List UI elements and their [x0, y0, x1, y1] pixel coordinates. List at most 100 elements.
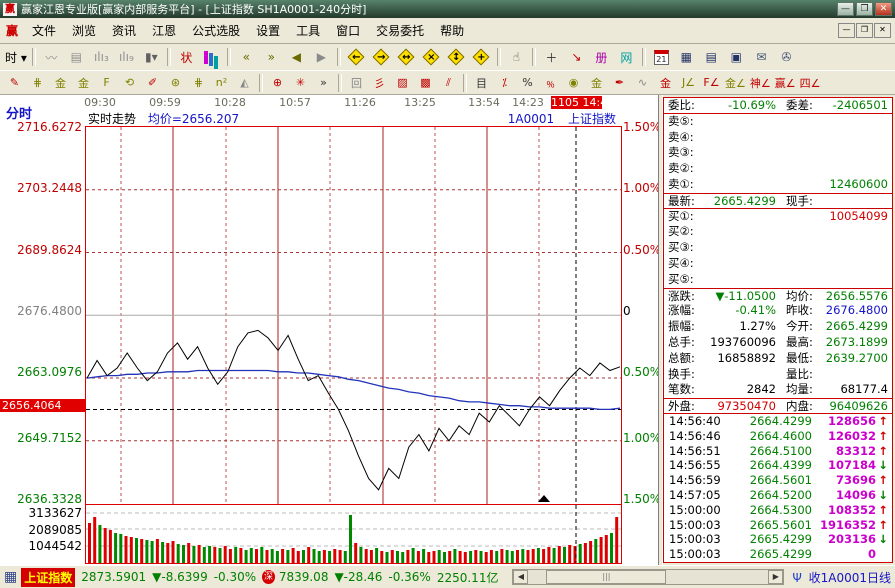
grid-icon[interactable]: ▦ — [4, 569, 17, 585]
pen2-icon[interactable]: ✒ — [609, 73, 630, 93]
expand-h-icon[interactable]: ↔ — [395, 46, 418, 68]
tick-volume: 73696 — [836, 473, 876, 488]
price-chart[interactable] — [85, 126, 622, 505]
last-page-icon[interactable]: » — [260, 46, 283, 68]
n2-icon[interactable]: n² — [211, 73, 232, 93]
tick-time: 14:56:46 — [669, 429, 721, 444]
mdi-minimize-button[interactable]: — — [838, 23, 855, 38]
tick-volume: 108352 — [828, 503, 876, 518]
pen-ruler-icon[interactable]: ✐ — [142, 73, 163, 93]
shen-angle-icon[interactable]: 神∠ — [749, 73, 772, 93]
scroll-thumb[interactable]: ||| — [546, 570, 666, 584]
menu-item-5[interactable]: 设置 — [248, 21, 288, 41]
maximize-button[interactable]: ❐ — [856, 2, 873, 16]
star-icon[interactable]: ✳ — [290, 73, 311, 93]
trend-icon[interactable]: 〰 — [40, 46, 63, 68]
expand-v-icon[interactable]: ↕ — [445, 46, 468, 68]
grid-window-icon[interactable]: 册 — [590, 46, 613, 68]
hand-icon[interactable]: ☝ — [505, 46, 528, 68]
horizontal-scrollbar[interactable]: ◀ ||| ▶ — [512, 569, 784, 585]
wave-icon[interactable]: ∿ — [632, 73, 653, 93]
tick-list[interactable]: 14:56:402664.4299128656↑14:56:462664.460… — [664, 414, 892, 562]
menu-item-1[interactable]: 浏览 — [64, 21, 104, 41]
tick-price: 2664.5300 — [750, 503, 812, 518]
box-tool-icon[interactable]: 回 — [346, 73, 367, 93]
prev-icon[interactable]: ◀ — [285, 46, 308, 68]
price-axis-label: 2636.3328 — [0, 492, 82, 506]
menu-item-8[interactable]: 交易委托 — [368, 21, 432, 41]
colorbar-icon[interactable] — [200, 46, 223, 68]
volume-axis-label: 1044542 — [0, 539, 82, 553]
menu-item-0[interactable]: 文件 — [24, 21, 64, 41]
j-angle-icon[interactable]: J∠ — [678, 73, 699, 93]
pct-tool-icon[interactable]: ⁒ — [494, 73, 515, 93]
quote-value: 2842 — [747, 382, 776, 398]
gann-pen-icon[interactable]: ✎ — [4, 73, 25, 93]
si-angle-icon[interactable]: 四∠ — [799, 73, 822, 93]
menu-item-2[interactable]: 资讯 — [104, 21, 144, 41]
symbol-code: 1A0001 — [508, 112, 554, 126]
shift-right-icon[interactable]: → — [370, 46, 393, 68]
net-icon[interactable]: 网 — [615, 46, 638, 68]
index-badge[interactable]: 上证指数 — [21, 568, 75, 587]
ruler2-icon[interactable]: ⋕ — [188, 73, 209, 93]
compress-icon[interactable]: × — [420, 46, 443, 68]
bar9-icon[interactable]: ılı₉ — [115, 46, 138, 68]
parallel-icon[interactable]: ⫽ — [438, 73, 459, 93]
mdi-restore-button[interactable]: ❐ — [856, 23, 873, 38]
expand-all-icon[interactable]: + — [470, 46, 493, 68]
save-icon[interactable]: ▣ — [725, 46, 748, 68]
f-angle-icon[interactable]: F∠ — [701, 73, 722, 93]
gold-ruler2-icon[interactable]: 金 — [73, 73, 94, 93]
more-icon[interactable]: » — [313, 73, 334, 93]
rays-icon[interactable]: 彡 — [369, 73, 390, 93]
candle-dropdown[interactable]: ▮▾ — [140, 46, 163, 68]
gann-clock-icon[interactable]: ⊛ — [165, 73, 186, 93]
info-icon[interactable]: ▤ — [65, 46, 88, 68]
menu-item-7[interactable]: 窗口 — [328, 21, 368, 41]
calendar-icon[interactable]: 21 — [650, 46, 673, 68]
crosshair-icon[interactable]: ＋ — [540, 46, 563, 68]
mail-icon[interactable]: ✉ — [750, 46, 773, 68]
pct-icon[interactable]: % — [517, 73, 538, 93]
list-icon[interactable]: 目 — [471, 73, 492, 93]
gold-red-icon[interactable]: 金 — [655, 73, 676, 93]
menu-item-6[interactable]: 工具 — [288, 21, 328, 41]
close-button[interactable]: ✕ — [875, 2, 892, 16]
print-icon[interactable]: ✇ — [775, 46, 798, 68]
box-rays-icon[interactable]: ▨ — [392, 73, 413, 93]
notepad-icon[interactable]: ▤ — [700, 46, 723, 68]
ying-angle-icon[interactable]: 赢∠ — [774, 73, 797, 93]
ruler-icon[interactable]: ⋕ — [27, 73, 48, 93]
pct-line-icon[interactable]: ﹪ — [540, 73, 561, 93]
box-grid-icon[interactable]: ▩ — [415, 73, 436, 93]
scroll-right-icon[interactable]: ▶ — [768, 570, 783, 584]
time-label: 14:23 — [512, 96, 544, 109]
mirror-icon[interactable]: ◭ — [234, 73, 255, 93]
gold-ruler-icon[interactable]: 金 — [50, 73, 71, 93]
volume-chart[interactable] — [85, 505, 622, 564]
tick-time: 14:56:55 — [669, 458, 721, 473]
zhuang-icon[interactable]: 状 — [175, 46, 198, 68]
menu-item-3[interactable]: 江恩 — [144, 21, 184, 41]
calculator-icon[interactable]: ▦ — [675, 46, 698, 68]
spiral-icon[interactable]: ⟲ — [119, 73, 140, 93]
gold-angle-icon[interactable]: 金∠ — [724, 73, 747, 93]
scroll-left-icon[interactable]: ◀ — [513, 570, 528, 584]
f-ruler-icon[interactable]: F — [96, 73, 117, 93]
bar3-icon[interactable]: ılı₃ — [90, 46, 113, 68]
menu-item-4[interactable]: 公式选股 — [184, 21, 248, 41]
mdi-close-button[interactable]: ✕ — [874, 23, 891, 38]
target-icon[interactable]: ⊕ — [267, 73, 288, 93]
shift-left-icon[interactable]: ← — [345, 46, 368, 68]
period-dropdown[interactable]: 时 ▾ — [4, 46, 28, 68]
sz-badge-icon[interactable]: 深 — [262, 570, 275, 584]
menu-item-9[interactable]: 帮助 — [432, 21, 472, 41]
minimize-button[interactable]: — — [837, 2, 854, 16]
next-icon[interactable]: ▶ — [310, 46, 333, 68]
price-axis-label: 2676.4800 — [0, 304, 82, 318]
first-page-icon[interactable]: « — [235, 46, 258, 68]
pen-line-icon[interactable]: ↘ — [565, 46, 588, 68]
gold-line-icon[interactable]: 金 — [586, 73, 607, 93]
gold-circle-icon[interactable]: ◉ — [563, 73, 584, 93]
